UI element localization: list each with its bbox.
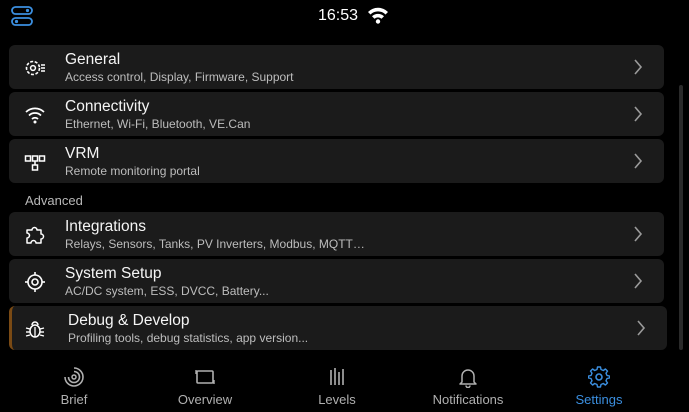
chevron-right-icon [632, 105, 644, 123]
menu-item-subtitle: Access control, Display, Firmware, Suppo… [65, 70, 294, 84]
menu-item-title: General [65, 51, 121, 68]
chevron-right-icon [635, 319, 647, 337]
menu-item-general[interactable]: General Access control, Display, Firmwar… [9, 45, 664, 89]
nav-tab-levels[interactable]: Levels [287, 358, 387, 412]
clock: 16:53 [317, 7, 359, 24]
nav-label: Settings [575, 392, 623, 407]
menu-item-debug-develop[interactable]: Debug & Develop Profiling tools, debug s… [9, 306, 667, 350]
nav-tab-overview[interactable]: Overview [155, 358, 255, 412]
toggle-menu-icon[interactable] [10, 5, 34, 27]
menu-item-title: Debug & Develop [68, 312, 190, 329]
menu-item-subtitle: Ethernet, Wi-Fi, Bluetooth, VE.Can [65, 117, 251, 131]
nav-tab-settings[interactable]: Settings [549, 358, 649, 412]
menu-item-integrations[interactable]: Integrations Relays, Sensors, Tanks, PV … [9, 212, 664, 256]
bug-icon [24, 318, 46, 340]
overview-icon [195, 370, 215, 384]
menu-item-title: Connectivity [65, 98, 150, 115]
nav-label: Overview [177, 392, 233, 407]
wifi-icon [24, 104, 46, 126]
levels-icon [330, 368, 344, 385]
menu-item-system-setup[interactable]: System Setup AC/DC system, ESS, DVCC, Ba… [9, 259, 664, 303]
nav-label: Levels [318, 392, 356, 407]
menu-item-vrm[interactable]: VRM Remote monitoring portal [9, 139, 664, 183]
chevron-right-icon [632, 58, 644, 76]
crosshair-icon [24, 271, 46, 293]
chevron-right-icon [632, 152, 644, 170]
nav-label: Notifications [432, 392, 504, 407]
menu-item-connectivity[interactable]: Connectivity Ethernet, Wi-Fi, Bluetooth,… [9, 92, 664, 136]
nav-tab-brief[interactable]: Brief [24, 358, 124, 412]
scrollbar[interactable] [679, 85, 683, 350]
puzzle-icon [24, 224, 46, 246]
nav-tab-notifications[interactable]: Notifications [418, 358, 518, 412]
bell-icon [459, 369, 477, 388]
menu-item-subtitle: Relays, Sensors, Tanks, PV Inverters, Mo… [65, 237, 365, 251]
status-bar: 16:53 [0, 0, 689, 32]
brief-icon [64, 367, 84, 387]
menu-item-title: VRM [65, 145, 100, 162]
menu-item-subtitle: AC/DC system, ESS, DVCC, Battery... [65, 284, 269, 298]
settings-screen: 16:53 General Access control, Display, F… [0, 0, 689, 412]
bottom-nav: Brief Overview Levels Notifications Sett… [0, 358, 689, 412]
chevron-right-icon [632, 225, 644, 243]
wifi-icon [367, 6, 389, 24]
chevron-right-icon [632, 272, 644, 290]
nav-label: Brief [60, 392, 88, 407]
menu-item-subtitle: Profiling tools, debug statistics, app v… [68, 331, 309, 345]
menu-item-title: System Setup [65, 265, 162, 282]
network-icon [24, 151, 46, 173]
section-header-advanced: Advanced [25, 193, 83, 208]
settings-icon [588, 366, 610, 388]
menu-item-title: Integrations [65, 218, 146, 235]
menu-item-subtitle: Remote monitoring portal [65, 164, 200, 178]
gear-icon [24, 57, 46, 79]
